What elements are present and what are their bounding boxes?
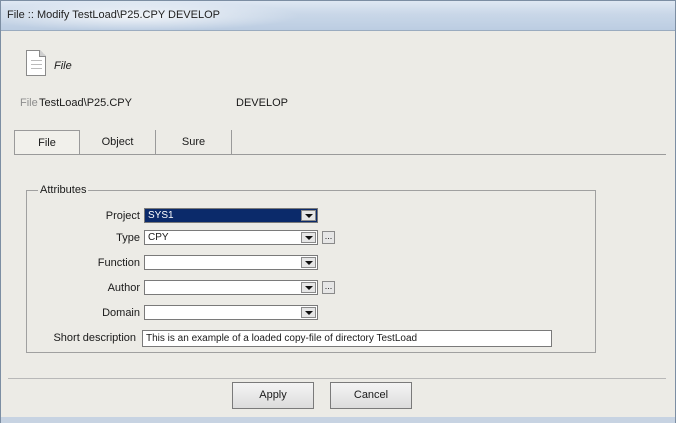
domain-label: Domain [102,307,140,319]
document-icon [26,50,46,76]
attributes-legend: Attributes [38,184,89,196]
type-select[interactable]: CPY [144,230,318,245]
document-line [31,64,42,65]
project-select[interactable]: SYS1 [144,208,318,223]
window-bottom-edge [1,417,675,423]
cancel-button[interactable]: Cancel [330,382,412,409]
window-title: File :: Modify TestLoad\P25.CPY DEVELOP [7,9,220,21]
chevron-down-icon[interactable] [301,307,316,318]
tab-file[interactable]: File [14,130,80,154]
short-description-input[interactable]: This is an example of a loaded copy-file… [142,330,552,347]
chevron-down-icon[interactable] [301,232,316,243]
icon-caption: File [54,60,72,72]
project-label: Project [105,210,140,222]
function-label: Function [97,257,140,269]
function-select[interactable] [144,255,318,270]
file-path: TestLoad\P25.CPY [39,97,132,109]
chevron-down-icon[interactable] [301,210,316,221]
author-select[interactable] [144,280,318,295]
type-value: CPY [148,232,169,243]
document-line [31,68,42,69]
tab-object[interactable]: Object [80,130,156,154]
author-label: Author [107,282,140,294]
type-label: Type [116,232,140,244]
title-bar[interactable]: File :: Modify TestLoad\P25.CPY DEVELOP [1,1,675,31]
file-label: File [20,97,38,109]
tab-sure[interactable]: Sure [156,130,232,154]
short-description-value: This is an example of a loaded copy-file… [146,333,418,344]
chevron-down-icon[interactable] [301,282,316,293]
document-line [31,60,42,61]
project-value: SYS1 [148,210,174,221]
document-fold [39,50,46,57]
author-browse-button[interactable]: ... [322,281,335,294]
domain-select[interactable] [144,305,318,320]
type-browse-button[interactable]: ... [322,231,335,244]
environment-name: DEVELOP [236,97,288,109]
short-description-label: Short description [53,332,136,344]
apply-button[interactable]: Apply [232,382,314,409]
chevron-down-icon[interactable] [301,257,316,268]
